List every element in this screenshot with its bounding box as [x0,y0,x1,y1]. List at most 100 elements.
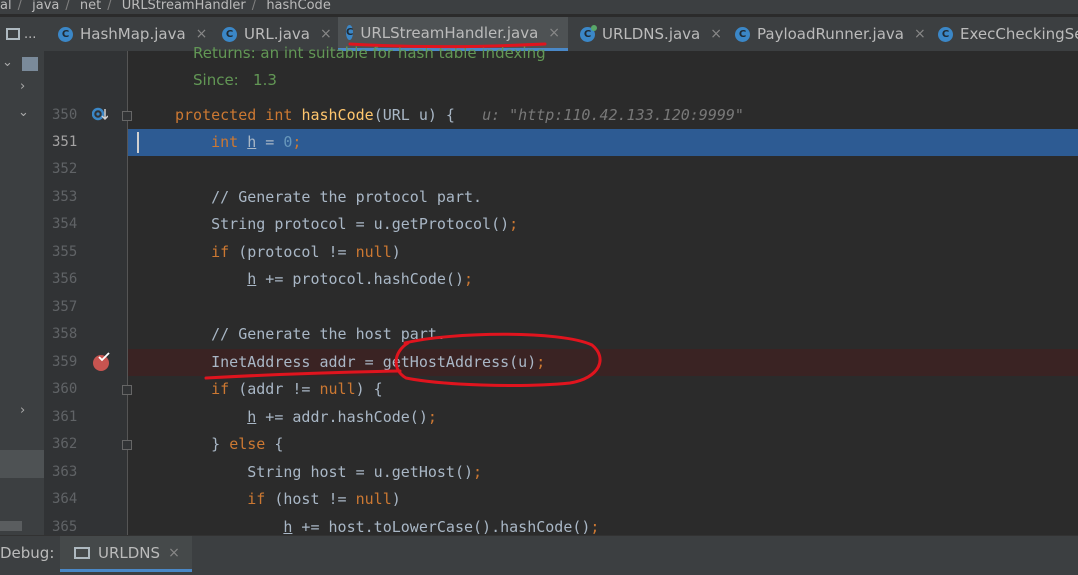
tab-label: HashMap.java [80,25,186,43]
module-icon [22,57,38,71]
class-icon: C [346,25,354,40]
horizontal-scrollbar[interactable] [0,521,22,531]
doc-returns-line: Returns: an int suitable for hash table … [193,44,546,62]
tab-label: PayloadRunner.java [757,25,904,43]
code-text[interactable]: if (addr != null) { [175,376,383,403]
breadcrumb-item[interactable]: al [0,0,12,13]
code-line: 364 if (host != null) [44,486,1078,513]
tab-hashmap[interactable]: C HashMap.java × [58,17,207,51]
class-icon: C [58,26,73,42]
close-icon[interactable]: × [320,26,332,42]
line-number: 356 [52,271,78,287]
line-number: 364 [52,491,78,507]
code-line: 352 [44,156,1078,183]
line-number: 355 [52,244,78,260]
chevron-right-icon[interactable]: › [20,79,25,94]
code-line: 357 [44,294,1078,321]
code-line: 355 if (protocol != null) [44,239,1078,266]
fold-marker-icon[interactable] [122,111,132,121]
breadcrumb-separator: / [65,0,70,13]
code-line: 361 h += addr.hashCode(); [44,404,1078,431]
code-line: 359 InetAddress addr = getHostAddress(u)… [44,349,1078,376]
line-number: 363 [52,464,78,480]
code-line: 358 // Generate the host part. [44,321,1078,348]
tab-label: URLStreamHandler.java [360,23,539,42]
code-text[interactable]: int h = 0; [175,129,301,156]
code-text[interactable]: if (host != null) [175,486,401,513]
breadcrumb-separator: / [251,0,257,13]
debug-execution-point-icon[interactable] [92,107,108,123]
monitor-icon [74,546,90,559]
line-number: 352 [52,161,78,177]
tab-execcheckingse[interactable]: C ExecCheckingSe [938,17,1078,51]
code-text[interactable]: if (protocol != null) [175,239,401,266]
project-button-label: ... [24,26,37,42]
doc-since-value: 1.3 [253,71,277,89]
breadcrumb-item[interactable]: URLStreamHandler [122,0,246,13]
code-text[interactable]: protected int hashCode(URL u) { u: "http… [175,102,744,129]
line-number: 358 [52,326,78,342]
code-line: 353 // Generate the protocol part. [44,184,1078,211]
class-icon: C [222,26,237,42]
project-tool-strip: ⌄ › ⌄ › [0,51,44,535]
code-line: 362 } else { [44,431,1078,458]
check-icon [98,352,110,362]
code-text[interactable]: String protocol = u.getProtocol(); [175,211,518,238]
class-icon: C [735,26,750,42]
breadcrumb: al / java / net / URLStreamHandler / hashCod… [0,0,1078,14]
debug-tool-window-bar: Debug: URLDNS × [0,536,1078,575]
selected-tree-row[interactable] [0,450,44,478]
breadcrumb-item[interactable]: net [80,0,101,13]
line-number: 351 [52,134,78,150]
debug-label: Debug: [0,544,55,562]
doc-since: Since: 1.3 [193,71,277,89]
debug-tab-label: URLDNS [98,543,161,562]
breadcrumb-separator: / [107,0,112,13]
code-text[interactable]: h += protocol.hashCode(); [175,266,473,293]
code-text[interactable]: String host = u.getHost(); [175,459,482,486]
line-number: 353 [52,189,78,205]
window-icon [6,28,20,40]
line-number: 362 [52,436,78,452]
line-number: 359 [52,354,78,370]
code-text[interactable]: InetAddress addr = getHostAddress(u); [175,349,545,376]
code-line: 363 String host = u.getHost(); [44,459,1078,486]
fold-marker-icon[interactable] [122,385,132,395]
code-text[interactable]: // Generate the protocol part. [175,184,482,211]
breadcrumb-item[interactable]: hashCode [266,0,331,13]
class-icon: C [580,24,597,42]
inline-debug-value: u: "http:110.42.133.120:9999" [482,106,744,124]
close-icon[interactable]: × [168,545,180,561]
line-number: 350 [52,107,78,123]
chevron-right-icon[interactable]: › [20,403,25,418]
close-icon[interactable]: × [914,26,926,42]
tab-urldns[interactable]: C URLDNS.java × [580,17,722,51]
chevron-down-icon[interactable]: ⌄ [18,105,29,120]
chevron-down-icon[interactable]: ⌄ [2,55,13,70]
close-icon[interactable]: × [196,26,208,42]
tab-label: URLDNS.java [602,25,701,43]
code-line: 351 int h = 0; [44,129,1078,156]
close-icon[interactable]: × [710,26,722,42]
breadcrumb-item[interactable]: java [32,0,59,13]
class-icon: C [938,26,953,42]
breadcrumb-separator: / [17,0,22,13]
line-number: 360 [52,381,78,397]
tab-label: ExecCheckingSe [960,25,1078,43]
code-line: 354 String protocol = u.getProtocol(); [44,211,1078,238]
code-line: 350 protected int hashCode(URL u) { u: "… [44,102,1078,129]
line-number: 357 [52,299,78,315]
project-view-button[interactable]: ... [0,17,46,51]
debug-session-tab[interactable]: URLDNS × [60,536,192,572]
line-number: 354 [52,216,78,232]
code-text[interactable]: h += addr.hashCode(); [175,404,437,431]
code-line: 360 if (addr != null) { [44,376,1078,403]
close-icon[interactable]: × [548,25,560,41]
code-text[interactable]: } else { [175,431,283,458]
doc-since-label: Since: [193,71,239,89]
line-number: 361 [52,409,78,425]
code-line: 356 h += protocol.hashCode(); [44,266,1078,293]
code-text[interactable]: // Generate the host part. [175,321,446,348]
fold-marker-icon[interactable] [122,440,132,450]
tab-payloadrunner[interactable]: C PayloadRunner.java × [735,17,926,51]
